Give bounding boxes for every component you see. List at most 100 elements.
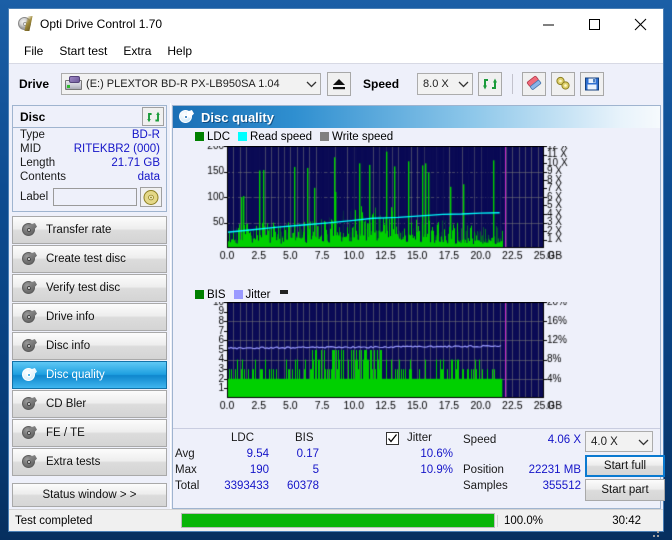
- disc-icon: [21, 222, 37, 238]
- sidebar-item-cd-bler[interactable]: CD Bler: [12, 390, 167, 418]
- disc-label-input[interactable]: [53, 188, 137, 206]
- tools-icon: [555, 76, 570, 90]
- app-window: Opti Drive Control 1.70 File Start test …: [8, 8, 665, 537]
- disc-row-key: Length: [20, 157, 56, 169]
- close-button[interactable]: [617, 9, 663, 39]
- stats-row-avg: Avg: [175, 448, 195, 460]
- menu-start-test[interactable]: Start test: [51, 42, 115, 60]
- sidebar-item-drive-info[interactable]: Drive info: [12, 303, 167, 331]
- samples-value: 355512: [542, 480, 581, 492]
- disc-row-value: RITEKBR2 (000): [73, 143, 160, 155]
- disc-row-contents: Contents data: [13, 170, 166, 184]
- position-value: 22231 MB: [528, 464, 581, 476]
- disc-row-value: 21.71 GB: [111, 157, 160, 169]
- drive-select-value: (E:) PLEXTOR BD-R PX-LB950SA 1.04: [86, 77, 280, 90]
- disc-icon: [21, 338, 37, 354]
- legend-swatch-read-speed: [238, 132, 248, 141]
- sidebar-item-label: Drive info: [46, 311, 95, 323]
- eject-button[interactable]: [327, 71, 352, 96]
- sidebar-item-label: Create test disc: [46, 253, 126, 265]
- speed-label: Speed: [363, 76, 400, 91]
- disc-icon: [21, 251, 37, 267]
- menu-file[interactable]: File: [16, 42, 51, 60]
- stats-bis-max: 5: [312, 464, 319, 476]
- status-window-button[interactable]: Status window > >: [12, 483, 167, 507]
- maximize-button[interactable]: [571, 9, 617, 39]
- jitter-label: Jitter: [407, 432, 432, 444]
- disc-icon: [21, 396, 37, 412]
- disc-row-key: Contents: [20, 171, 67, 183]
- disc-label-cd-button[interactable]: [140, 187, 162, 207]
- speed-select[interactable]: 8.0 X: [417, 72, 474, 95]
- disc-quality-icon: [178, 109, 194, 125]
- jitter-checkbox[interactable]: [386, 432, 399, 445]
- eject-icon: [333, 78, 346, 89]
- disc-row-key: Type: [20, 129, 45, 141]
- jitter-avg: 10.6%: [420, 448, 453, 460]
- legend-label-jitter: Jitter: [245, 288, 271, 301]
- disc-icon: [21, 280, 37, 296]
- sidebar-item-label: CD Bler: [46, 398, 87, 410]
- sidebar-item-extra-tests[interactable]: Extra tests: [12, 448, 167, 476]
- samples-label: Samples: [463, 480, 508, 492]
- position-label: Position: [463, 464, 504, 476]
- speed-stat-label: Speed: [463, 434, 497, 446]
- disc-icon: [21, 425, 37, 441]
- start-part-button[interactable]: Start part: [585, 479, 665, 501]
- legend-label-write-speed: Write speed: [332, 130, 394, 143]
- sidebar-item-transfer-rate[interactable]: Transfer rate: [12, 216, 167, 244]
- stats-ldc-max: 190: [249, 464, 269, 476]
- ldc-legend: LDC Read speed Write speed: [173, 129, 401, 144]
- menu-help[interactable]: Help: [159, 42, 200, 60]
- charts-area: LDC Read speed Write speed BIS Jitter LD…: [173, 128, 665, 508]
- ldc-chart: LDC Read speed Write speed: [173, 128, 660, 286]
- main-body: Disc Type BD-R MID RITEKBR2 (000) Length…: [9, 103, 665, 509]
- legend-label-ldc: LDC: [207, 130, 231, 143]
- eraser-icon: [526, 75, 541, 90]
- disc-row-mid: MID RITEKBR2 (000): [13, 142, 166, 156]
- chevron-down-icon: [302, 80, 320, 88]
- drive-label: Drive: [19, 76, 50, 91]
- save-button[interactable]: [580, 71, 605, 96]
- disc-row-value: BD-R: [131, 129, 160, 141]
- refresh-button[interactable]: [478, 71, 503, 96]
- erase-button[interactable]: [522, 71, 547, 96]
- sidebar-item-create-test-disc[interactable]: Create test disc: [12, 245, 167, 273]
- disc-info-panel: Disc Type BD-R MID RITEKBR2 (000) Length…: [12, 105, 167, 212]
- refresh-icon: [483, 78, 498, 89]
- sidebar-item-disc-info[interactable]: Disc info: [12, 332, 167, 360]
- left-panel: Disc Type BD-R MID RITEKBR2 (000) Length…: [9, 103, 171, 509]
- legend-swatch-jitter: [233, 290, 243, 299]
- sidebar-item-disc-quality[interactable]: Disc quality: [12, 361, 167, 389]
- minimize-button[interactable]: [525, 9, 571, 39]
- sidebar-item-verify-test-disc[interactable]: Verify test disc: [12, 274, 167, 302]
- progress-percent: 100.0%: [497, 514, 557, 527]
- disc-icon: [21, 367, 37, 383]
- speed-stat-value: 4.06 X: [547, 434, 581, 446]
- start-full-button[interactable]: Start full: [585, 455, 665, 477]
- disc-refresh-button[interactable]: [142, 107, 164, 126]
- stats-bis-avg: 0.17: [296, 448, 319, 460]
- jitter-max: 10.9%: [420, 464, 453, 476]
- chevron-down-icon: [634, 438, 652, 446]
- legend-label-read-speed: Read speed: [250, 130, 313, 143]
- content-panel: Disc quality LDC Read speed Write speed: [172, 105, 665, 509]
- ldc-plot-canvas[interactable]: [201, 146, 576, 264]
- test-speed-select[interactable]: 4.0 X: [585, 431, 653, 452]
- sidebar-item-label: Extra tests: [46, 456, 101, 468]
- disc-row-length: Length 21.71 GB: [13, 156, 166, 170]
- drive-select[interactable]: (E:) PLEXTOR BD-R PX-LB950SA 1.04: [61, 72, 322, 95]
- sidebar-item-fe-te[interactable]: FE / TE: [12, 419, 167, 447]
- progress-fill: [182, 514, 494, 527]
- bis-plot-canvas[interactable]: [201, 302, 576, 414]
- disc-label-row: Label: [13, 184, 166, 211]
- sidebar-item-label: Disc quality: [46, 369, 105, 381]
- page-title: Disc quality: [201, 109, 274, 125]
- cd-icon: [143, 189, 159, 205]
- tools-button[interactable]: [551, 71, 576, 96]
- bis-legend: BIS Jitter: [173, 287, 289, 302]
- disc-panel-title: Disc: [20, 109, 46, 124]
- menu-extra[interactable]: Extra: [115, 42, 159, 60]
- sidebar-item-label: Transfer rate: [46, 224, 112, 236]
- stats-ldc-avg: 9.54: [246, 448, 269, 460]
